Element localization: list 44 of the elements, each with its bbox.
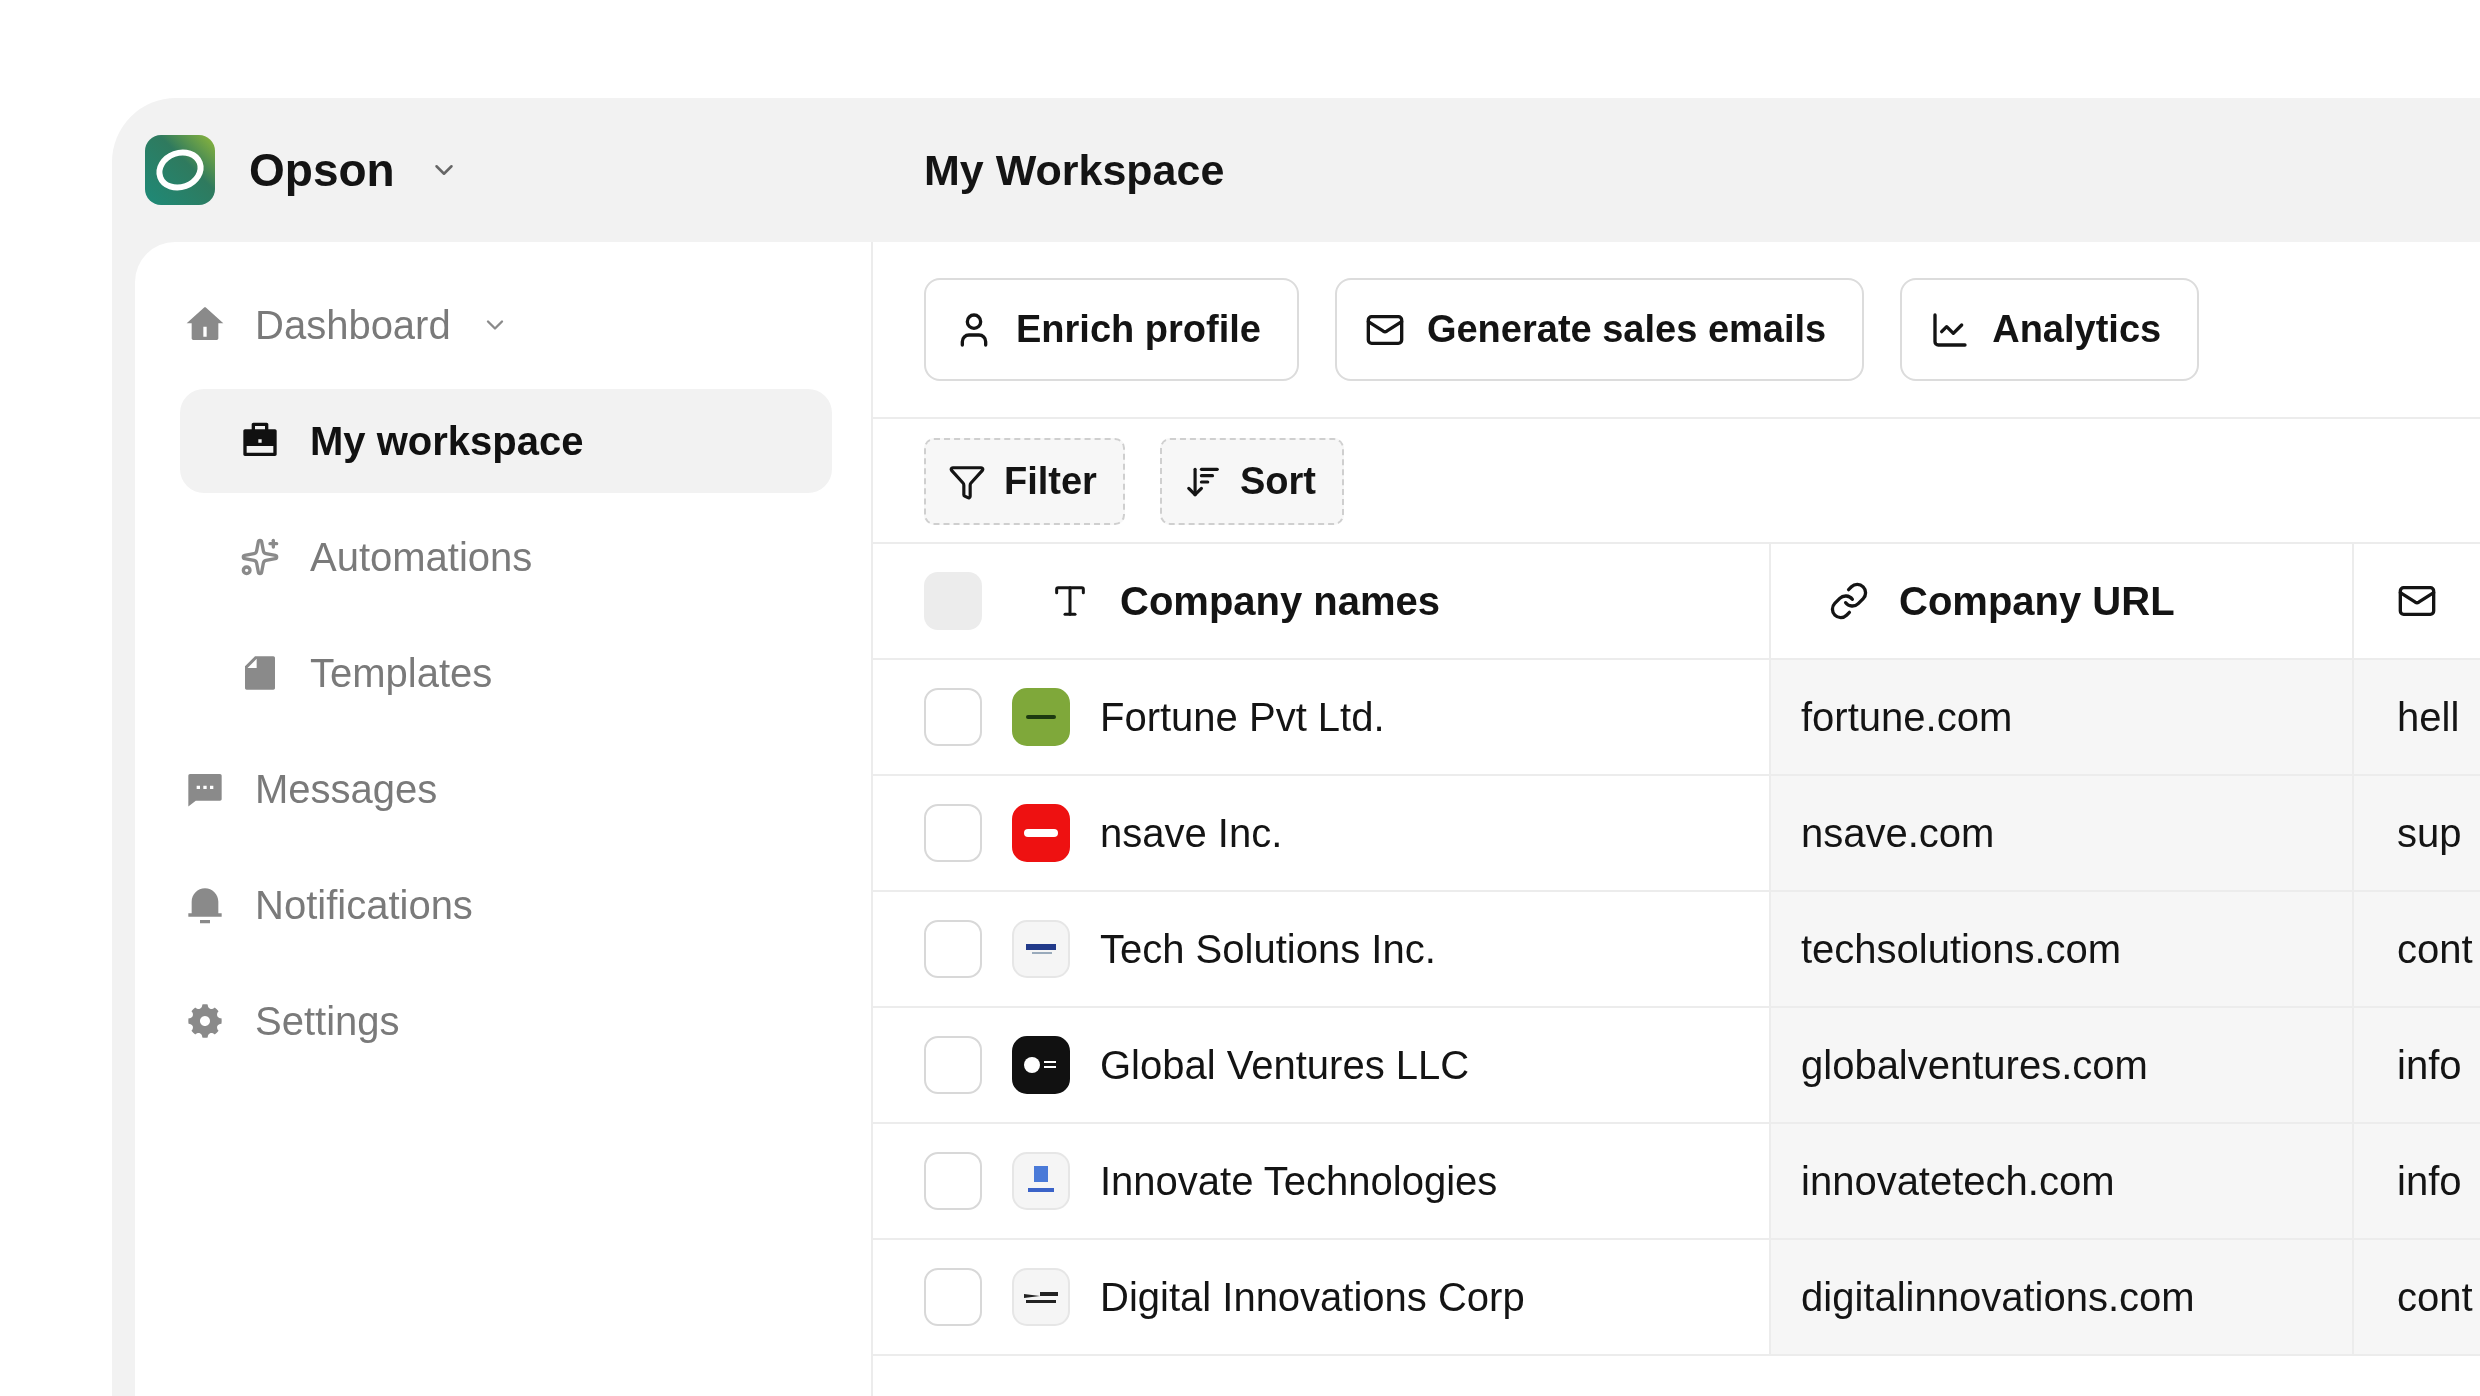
action-button[interactable]: Enrich profile — [924, 278, 1299, 381]
row-checkbox[interactable] — [924, 1152, 982, 1210]
row-checkbox[interactable] — [924, 688, 982, 746]
sidebar-item[interactable]: Notifications — [135, 853, 873, 957]
table-cell: hell — [2352, 660, 2480, 776]
table-cell: techsolutions.com — [1769, 892, 2352, 1008]
sidebar-item[interactable]: Templates — [180, 621, 832, 725]
table-cell: cont — [2352, 892, 2480, 1008]
page-title: My Workspace — [924, 145, 1225, 195]
table-cell: globalventures.com — [1769, 1008, 2352, 1124]
sort-button[interactable]: Sort — [1159, 438, 1344, 525]
gear-icon — [185, 1001, 225, 1041]
action-button[interactable]: Analytics — [1900, 278, 2200, 381]
row-checkbox[interactable] — [924, 920, 982, 978]
sidebar-item[interactable]: Dashboard — [135, 273, 873, 377]
table-header-cell: Company URL — [1769, 544, 2352, 660]
sidebar-item[interactable]: Settings — [135, 969, 873, 1073]
sparkle-icon — [240, 537, 280, 577]
sidebar-item[interactable]: My workspace — [180, 389, 832, 493]
table-cell: info — [2352, 1008, 2480, 1124]
table-cell: fortune.com — [1769, 660, 2352, 776]
table-cell: digitalinnovations.com — [1769, 1240, 2352, 1356]
company-name: nsave Inc. — [1100, 810, 1283, 856]
company-name: Innovate Technologies — [1100, 1158, 1498, 1204]
action-button[interactable]: Generate sales emails — [1334, 278, 1865, 381]
sidebar-item[interactable]: Automations — [180, 505, 832, 609]
bell-icon — [185, 885, 225, 925]
table-cell: cont — [2352, 1240, 2480, 1356]
app-logo-icon — [145, 135, 215, 205]
sidebar-item[interactable]: Messages — [135, 737, 873, 841]
row-checkbox[interactable] — [924, 804, 982, 862]
filter-button[interactable]: Filter — [924, 438, 1125, 525]
row-checkbox[interactable] — [924, 1036, 982, 1094]
table-cell: innovatetech.com — [1769, 1124, 2352, 1240]
row-checkbox[interactable] — [924, 1268, 982, 1326]
table-cell: nsave.com — [1769, 776, 2352, 892]
workspace-name: Opson — [249, 143, 395, 197]
company-name: Digital Innovations Corp — [1100, 1274, 1525, 1320]
company-name: Fortune Pvt Ltd. — [1100, 694, 1385, 740]
table-cell: sup — [2352, 776, 2480, 892]
table-cell: info — [2352, 1124, 2480, 1240]
company-name: Global Ventures LLC — [1100, 1042, 1470, 1088]
link-icon — [1829, 581, 1869, 621]
company-name: Tech Solutions Inc. — [1100, 926, 1436, 972]
